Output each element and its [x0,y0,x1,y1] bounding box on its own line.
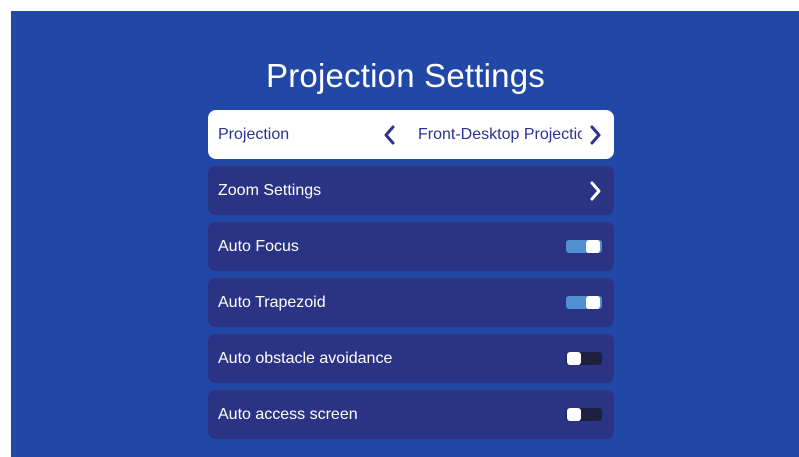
auto-obstacle-avoidance-label: Auto obstacle avoidance [218,350,393,367]
chevron-right-icon [584,180,606,202]
settings-screen: Projection Settings Projection Front-Des… [11,11,799,457]
projection-value-text: Front-Desktop Projection [418,126,582,143]
toggle-knob [567,352,581,365]
projection-value: Front-Desktop Projection [418,110,582,159]
zoom-settings-label: Zoom Settings [218,182,322,199]
auto-trapezoid-label: Auto Trapezoid [218,294,326,311]
auto-obstacle-avoidance-toggle[interactable] [566,352,602,365]
auto-access-screen-label: Auto access screen [218,406,358,423]
projection-label: Projection [218,126,290,143]
auto-focus-label: Auto Focus [218,238,299,255]
auto-trapezoid-row[interactable]: Auto Trapezoid [208,278,614,327]
chevron-left-icon[interactable] [379,124,401,146]
auto-access-screen-row[interactable]: Auto access screen [208,390,614,439]
toggle-knob [567,408,581,421]
settings-menu: Projection Front-Desktop Projection Zoom… [208,110,614,446]
auto-trapezoid-toggle[interactable] [566,296,602,309]
page-title: Projection Settings [266,57,545,94]
zoom-settings-row[interactable]: Zoom Settings [208,166,614,215]
toggle-knob [586,240,600,253]
projection-row[interactable]: Projection Front-Desktop Projection [208,110,614,159]
auto-focus-toggle[interactable] [566,240,602,253]
toggle-knob [586,296,600,309]
auto-focus-row[interactable]: Auto Focus [208,222,614,271]
auto-obstacle-avoidance-row[interactable]: Auto obstacle avoidance [208,334,614,383]
chevron-right-icon[interactable] [584,124,606,146]
auto-access-screen-toggle[interactable] [566,408,602,421]
